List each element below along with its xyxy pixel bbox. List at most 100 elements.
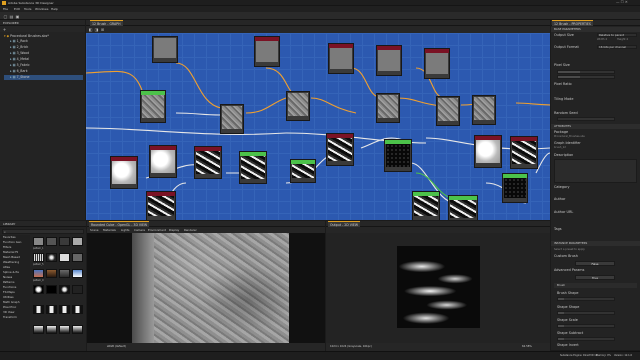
library-thumb[interactable] <box>46 305 57 314</box>
graph-node[interactable] <box>376 93 400 123</box>
save-icon[interactable]: ▣ <box>15 14 20 19</box>
library-search[interactable]: ⌕ <box>2 229 84 234</box>
library-thumb[interactable] <box>72 253 83 262</box>
library-thumb[interactable] <box>46 269 57 278</box>
view3d-menu-display[interactable]: Display <box>169 228 179 232</box>
library-thumb[interactable] <box>46 285 57 294</box>
graph-node[interactable] <box>326 133 354 166</box>
view2d-image[interactable] <box>397 246 480 328</box>
graph-node[interactable] <box>220 104 244 134</box>
library-thumb[interactable] <box>33 325 44 334</box>
library-thumb[interactable] <box>59 237 70 246</box>
view3d-menu-scene[interactable]: Scene <box>90 228 99 232</box>
explorer-item-selected[interactable]: ▸ ▦ 7_Stone <box>4 75 83 80</box>
explorer-item[interactable]: ▸ ▦ 5_Fabric <box>10 63 30 68</box>
library-thumb[interactable] <box>72 305 83 314</box>
view3d-colorspace[interactable]: sRGB (default) <box>107 345 126 349</box>
brush-shape-slider[interactable] <box>557 297 615 301</box>
menu-tools[interactable]: Tools <box>24 7 31 11</box>
graph-node[interactable] <box>472 95 496 125</box>
graph-node[interactable] <box>140 90 166 123</box>
output-format-select[interactable]: 16 bits per channel <box>597 45 637 49</box>
shape-scale-slider[interactable] <box>557 324 615 328</box>
menu-windows[interactable]: Windows <box>35 7 48 11</box>
explorer-item[interactable]: ▸ ▦ 6_Bark <box>10 69 28 74</box>
graph-node[interactable] <box>194 146 222 179</box>
open-icon[interactable]: ▤ <box>9 14 14 19</box>
section-header[interactable]: ATTRIBUTES <box>551 124 640 129</box>
graph-node[interactable] <box>254 36 280 67</box>
library-thumb[interactable] <box>59 269 70 278</box>
library-thumb[interactable] <box>59 285 70 294</box>
explorer-item[interactable]: ▸ ▦ 3_Wood <box>10 51 29 56</box>
library-thumb[interactable] <box>72 285 83 294</box>
custom-brush-toggle[interactable]: False <box>575 261 615 266</box>
library-category[interactable]: Transform <box>3 315 17 320</box>
window-controls[interactable]: — ☐ ✕ <box>616 0 628 5</box>
graph-node[interactable] <box>510 136 538 169</box>
explorer-new-icon[interactable]: + <box>2 27 7 32</box>
library-thumb[interactable] <box>59 325 70 334</box>
graph-node[interactable] <box>290 159 316 183</box>
graph-node[interactable] <box>239 151 267 184</box>
view3d-menu-materials[interactable]: Materials <box>103 228 116 232</box>
explorer-item[interactable]: ▸ ▦ 2_Brick <box>10 45 28 50</box>
menu-help[interactable]: Help <box>51 7 58 11</box>
graph-node[interactable] <box>436 96 460 126</box>
graph-tool-icon[interactable]: ◨ <box>94 27 99 32</box>
graph-canvas[interactable] <box>86 33 550 220</box>
graph-tool-icon[interactable]: ⊞ <box>100 27 105 32</box>
menu-file[interactable]: File <box>3 7 8 11</box>
graph-node[interactable] <box>502 173 528 203</box>
description-field[interactable] <box>554 159 637 183</box>
view2d-zoom[interactable]: 62.58% <box>522 345 532 349</box>
library-thumb[interactable] <box>59 305 70 314</box>
graph-node[interactable] <box>146 191 176 220</box>
view3d-menu-lights[interactable]: Lights <box>121 228 129 232</box>
library-thumb[interactable] <box>72 237 83 246</box>
library-thumb[interactable] <box>46 253 57 262</box>
menu-edit[interactable]: Edit <box>14 7 20 11</box>
library-thumb[interactable] <box>46 237 57 246</box>
pixel-size-slider[interactable] <box>557 75 615 79</box>
tab-properties[interactable]: 12 Brush - PROPERTIES <box>552 20 593 26</box>
graph-node[interactable] <box>328 43 354 74</box>
view3d-menu-environment[interactable]: Environment <box>148 228 166 232</box>
section-header[interactable]: INSTANCE PARAMETERS <box>551 241 640 246</box>
graph-node[interactable] <box>424 48 450 79</box>
graph-node[interactable] <box>384 139 412 172</box>
library-thumb[interactable] <box>46 325 57 334</box>
graph-node[interactable] <box>412 191 440 220</box>
view3d-viewport[interactable] <box>87 233 325 343</box>
graph-node[interactable] <box>110 156 138 189</box>
library-thumb[interactable] <box>72 325 83 334</box>
shape-subtract-slider[interactable] <box>557 337 615 341</box>
library-thumb[interactable] <box>59 253 70 262</box>
advanced-params-toggle[interactable]: True <box>575 275 615 280</box>
section-header[interactable]: BASE PARAMETERS <box>551 27 640 32</box>
library-thumb[interactable] <box>33 269 44 278</box>
graph-node[interactable] <box>448 195 478 220</box>
graph-node[interactable] <box>376 45 402 76</box>
view3d-menu-renderer[interactable]: Renderer <box>184 228 197 232</box>
view2d-statusbar: 1024 x 1024 (Grayscale, 16bpc) 62.58% <box>326 343 550 351</box>
graph-node[interactable] <box>149 145 177 178</box>
explorer-item[interactable]: ▸ ▦ 1_Rock <box>10 39 28 44</box>
output-size-select[interactable]: Relative to parent <box>597 33 637 37</box>
pixel-size-slider[interactable] <box>557 70 615 74</box>
library-thumb[interactable] <box>33 253 44 262</box>
library-thumb[interactable] <box>33 305 44 314</box>
view3d-menu-camera[interactable]: Camera <box>134 228 145 232</box>
random-seed-slider[interactable] <box>557 117 615 121</box>
shape-shape-slider[interactable] <box>557 311 615 315</box>
new-icon[interactable]: ▢ <box>3 14 8 19</box>
library-thumb[interactable] <box>33 237 44 246</box>
brush-group-header[interactable]: Brush <box>554 283 637 288</box>
graph-node[interactable] <box>152 36 178 63</box>
graph-tool-icon[interactable]: ◧ <box>88 27 93 32</box>
graph-node[interactable] <box>286 91 310 121</box>
explorer-item[interactable]: ▸ ▦ 4_Metal <box>10 57 29 62</box>
library-thumb[interactable] <box>33 285 44 294</box>
graph-node[interactable] <box>474 135 502 168</box>
library-thumb[interactable] <box>72 269 83 278</box>
